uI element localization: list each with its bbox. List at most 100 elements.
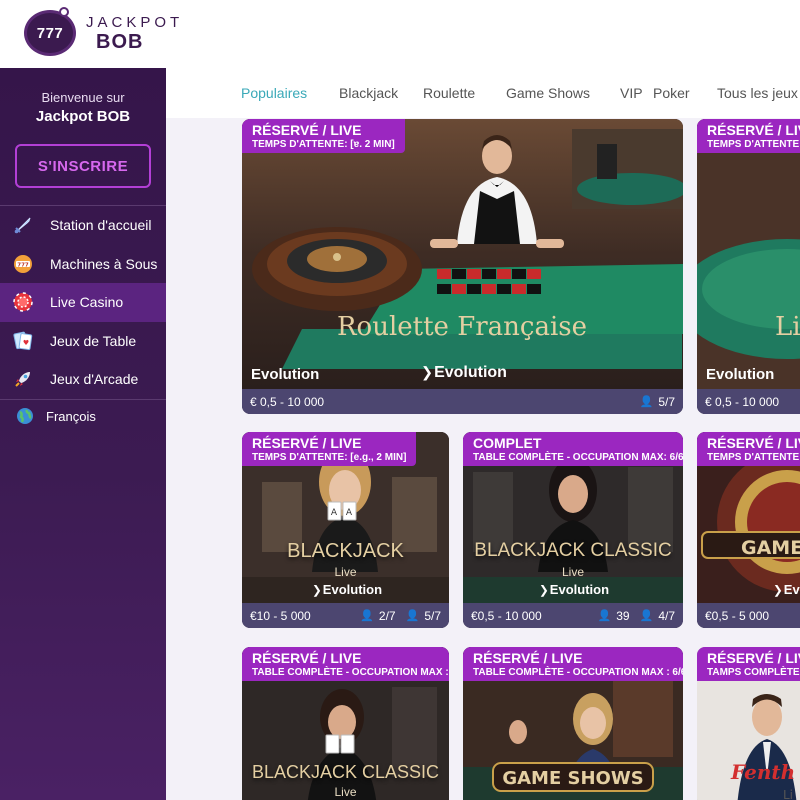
sidebar: Bienvenue sur Jackpot BOB S'INSCRIRE Sta… — [0, 68, 166, 800]
language-selector[interactable]: François — [0, 398, 166, 433]
sidebar-item-label: Jeux d'Arcade — [50, 371, 139, 388]
game-card-right-top[interactable]: Li RÉSERVÉ / LIV TEMPS D'ATTENTE: Evolut… — [697, 119, 800, 414]
card-info-bar: € 0,5 - 10 000 👤 5/7 — [242, 389, 683, 414]
players-value: 5/7 — [424, 608, 441, 623]
card-title: BLACKJACK CLASSIC — [251, 762, 440, 782]
badge-title: RÉSERVÉ / LIV — [707, 122, 800, 138]
welcome-block: Bienvenue sur Jackpot BOB — [0, 68, 166, 125]
card-info-bar: €10 - 5 000 👤 2/7 👤 5/7 — [242, 603, 449, 628]
badge-subtitle: TEMPS D'ATTENTE: — [707, 139, 800, 150]
viewers-value: 2/7 — [378, 608, 396, 623]
bet-limits: €0,5 - 5 000 — [705, 608, 770, 623]
card-title-text: Fenth — [730, 760, 795, 784]
jackpot-bob-logo[interactable]: 777 JACKPOT BOB — [24, 7, 183, 56]
roulette-title-text: Roulette Française — [337, 312, 587, 342]
logo-badge: 777 — [24, 7, 76, 56]
svg-text:A: A — [346, 508, 353, 518]
globe-icon — [16, 407, 34, 425]
card-title: BLACKJACK CLASSIC — [474, 540, 672, 561]
badge-title: RÉSERVÉ / LIV — [707, 435, 800, 451]
game-card-roulette-francaise[interactable]: Roulette Française RÉSERVÉ / LIVE TEMPS … — [242, 119, 683, 414]
evolution-chevron-icon: ❯ — [421, 365, 434, 381]
card-title: BLACKJACK — [287, 540, 404, 562]
card-info-bar: €0,5 - 5 000 — [697, 603, 800, 628]
sidebar-item-label: Station d'accueil — [50, 217, 152, 234]
game-card-blackjack-classic[interactable]: COMPLET TABLE COMPLÈTE - OCCUPATION MAX:… — [463, 432, 683, 628]
tab-populaires[interactable]: Populaires — [241, 85, 307, 101]
bet-limits: €0,5 - 10 000 — [471, 608, 542, 623]
status-badge: RÉSERVÉ / LIVE TEMPS D'ATTENTE: [ɐ. 2 MI… — [242, 119, 405, 153]
tab-roulette[interactable]: Roulette — [423, 85, 475, 101]
sword-icon — [12, 214, 34, 236]
status-badge: RÉSERVÉ / LIVE TABLE COMPLÈTE - OCCUPATI… — [463, 647, 683, 681]
players-count: 👤 5/7 — [406, 609, 441, 623]
badge-title: COMPLET — [473, 435, 542, 451]
welcome-brand: Jackpot BOB — [35, 108, 131, 125]
viewers-value: 39 — [616, 608, 630, 623]
rocket-icon — [12, 368, 34, 390]
category-tabs: Populaires Blackjack Roulette Game Shows… — [166, 68, 800, 118]
badge-title: RÉSERVÉ / LIVE — [473, 650, 583, 666]
badge-subtitle: TEMPS D'ATTENTE: [e.g., 2 MIN] — [252, 452, 407, 463]
bet-limits: €10 - 5 000 — [250, 608, 311, 623]
provider-logo-text: Evolution — [322, 582, 383, 597]
tab-poker[interactable]: Poker — [653, 85, 690, 101]
tab-all-games[interactable]: Tous les jeux — [717, 85, 798, 101]
cards-icon: ♥ — [12, 330, 34, 352]
players-value: 5/7 — [658, 394, 675, 409]
status-badge: COMPLET TABLE COMPLÈTE - OCCUPATION MAX:… — [463, 432, 683, 466]
evolution-chevron-icon: ❯ — [773, 584, 783, 597]
sidebar-item-table-games[interactable]: ♥ Jeux de Table — [0, 322, 166, 361]
sidebar-item-arcade[interactable]: Jeux d'Arcade — [0, 360, 166, 399]
game-card-right-mid[interactable]: GAME RÉSERVÉ / LIV TEMPS D'ATTENTE: ❯Evo… — [697, 432, 800, 628]
provider-logo-text: Evolution — [549, 582, 610, 597]
card-title-text: GAME — [741, 537, 800, 559]
user-icon: 👤 — [639, 396, 654, 408]
provider-logo: ❯Evolution — [421, 364, 507, 382]
badge-subtitle: TABLE COMPLÈTE - OCCUPATION MAX : 1 — [252, 667, 449, 678]
card-title-text: Li — [775, 312, 800, 342]
evolution-chevron-icon: ❯ — [312, 584, 322, 597]
sidebar-nav: Station d'accueil 777 Machines à Sous Li… — [0, 205, 166, 399]
players-value: 4/7 — [658, 608, 675, 623]
viewers-count: 👤 39 — [598, 609, 630, 623]
language-label: François — [46, 408, 96, 424]
provider-label: Evolution — [706, 366, 775, 383]
svg-text:777: 777 — [17, 262, 29, 268]
welcome-text: Bienvenue sur — [41, 90, 125, 105]
provider-logo: ❯Evo — [773, 582, 800, 597]
badge-subtitle: TABLE COMPLÈTE - OCCUPATION MAX : 6/6] — [473, 667, 683, 678]
players-count: 👤 5/7 — [640, 395, 675, 409]
game-card-right-bottom[interactable]: Fenth Li RÉSERVÉ / LIV TAMPS COMPLÈTE - — [697, 647, 800, 800]
provider-logo: ❯Evolution — [312, 582, 382, 597]
game-card-blackjack-classic-2[interactable]: RÉSERVÉ / LIVE TABLE COMPLÈTE - OCCUPATI… — [242, 647, 449, 800]
provider-label: Evolution — [251, 366, 320, 383]
tab-vip[interactable]: VIP — [620, 85, 643, 101]
badge-title: RÉSERVÉ / LIVE — [252, 650, 362, 666]
tab-blackjack[interactable]: Blackjack — [339, 85, 398, 101]
badge-subtitle: TEMPS D'ATTENTE: — [707, 452, 800, 463]
status-badge: RÉSERVÉ / LIV TEMPS D'ATTENTE: — [697, 119, 800, 153]
evolution-chevron-icon: ❯ — [539, 584, 549, 597]
sidebar-item-slots[interactable]: 777 Machines à Sous — [0, 245, 166, 284]
status-badge: RÉSERVÉ / LIVE TABLE COMPLÈTE - OCCUPATI… — [242, 647, 449, 681]
badge-subtitle: TAMPS COMPLÈTE - — [707, 667, 800, 678]
user-icon: 👤 — [360, 610, 374, 622]
card-info-bar: €0,5 - 10 000 👤 39 👤 4/7 — [463, 603, 683, 628]
user-icon: 👤 — [405, 610, 420, 622]
tab-game-shows[interactable]: Game Shows — [506, 85, 590, 101]
status-badge: RÉSERVÉ / LIV TAMPS COMPLÈTE - — [697, 647, 800, 681]
sidebar-item-live-casino[interactable]: Live Casino — [0, 283, 166, 322]
badge-title: RÉSERVÉ / LIV — [707, 650, 800, 666]
game-card-game-shows[interactable]: GAME SHOWS RÉSERVÉ / LIVE TABLE COMPLÈTE… — [463, 647, 683, 800]
slot-icon: 777 — [12, 253, 34, 275]
card-info-bar: € 0,5 - 10 000 — [697, 389, 800, 414]
sidebar-item-home[interactable]: Station d'accueil — [0, 206, 166, 245]
signup-button[interactable]: S'INSCRIRE — [15, 144, 151, 188]
card-subtitle-text: Li — [783, 788, 793, 800]
card-scene-image: Li — [697, 119, 800, 389]
game-card-blackjack[interactable]: A A RÉSERVÉ / LIVE TEMPS D'ATTENTE: [e.g… — [242, 432, 449, 628]
provider-logo: ❯Evolution — [539, 582, 609, 597]
status-badge: RÉSERVÉ / LIV TEMPS D'ATTENTE: — [697, 432, 800, 466]
logo-badge-text: 777 — [36, 24, 64, 42]
